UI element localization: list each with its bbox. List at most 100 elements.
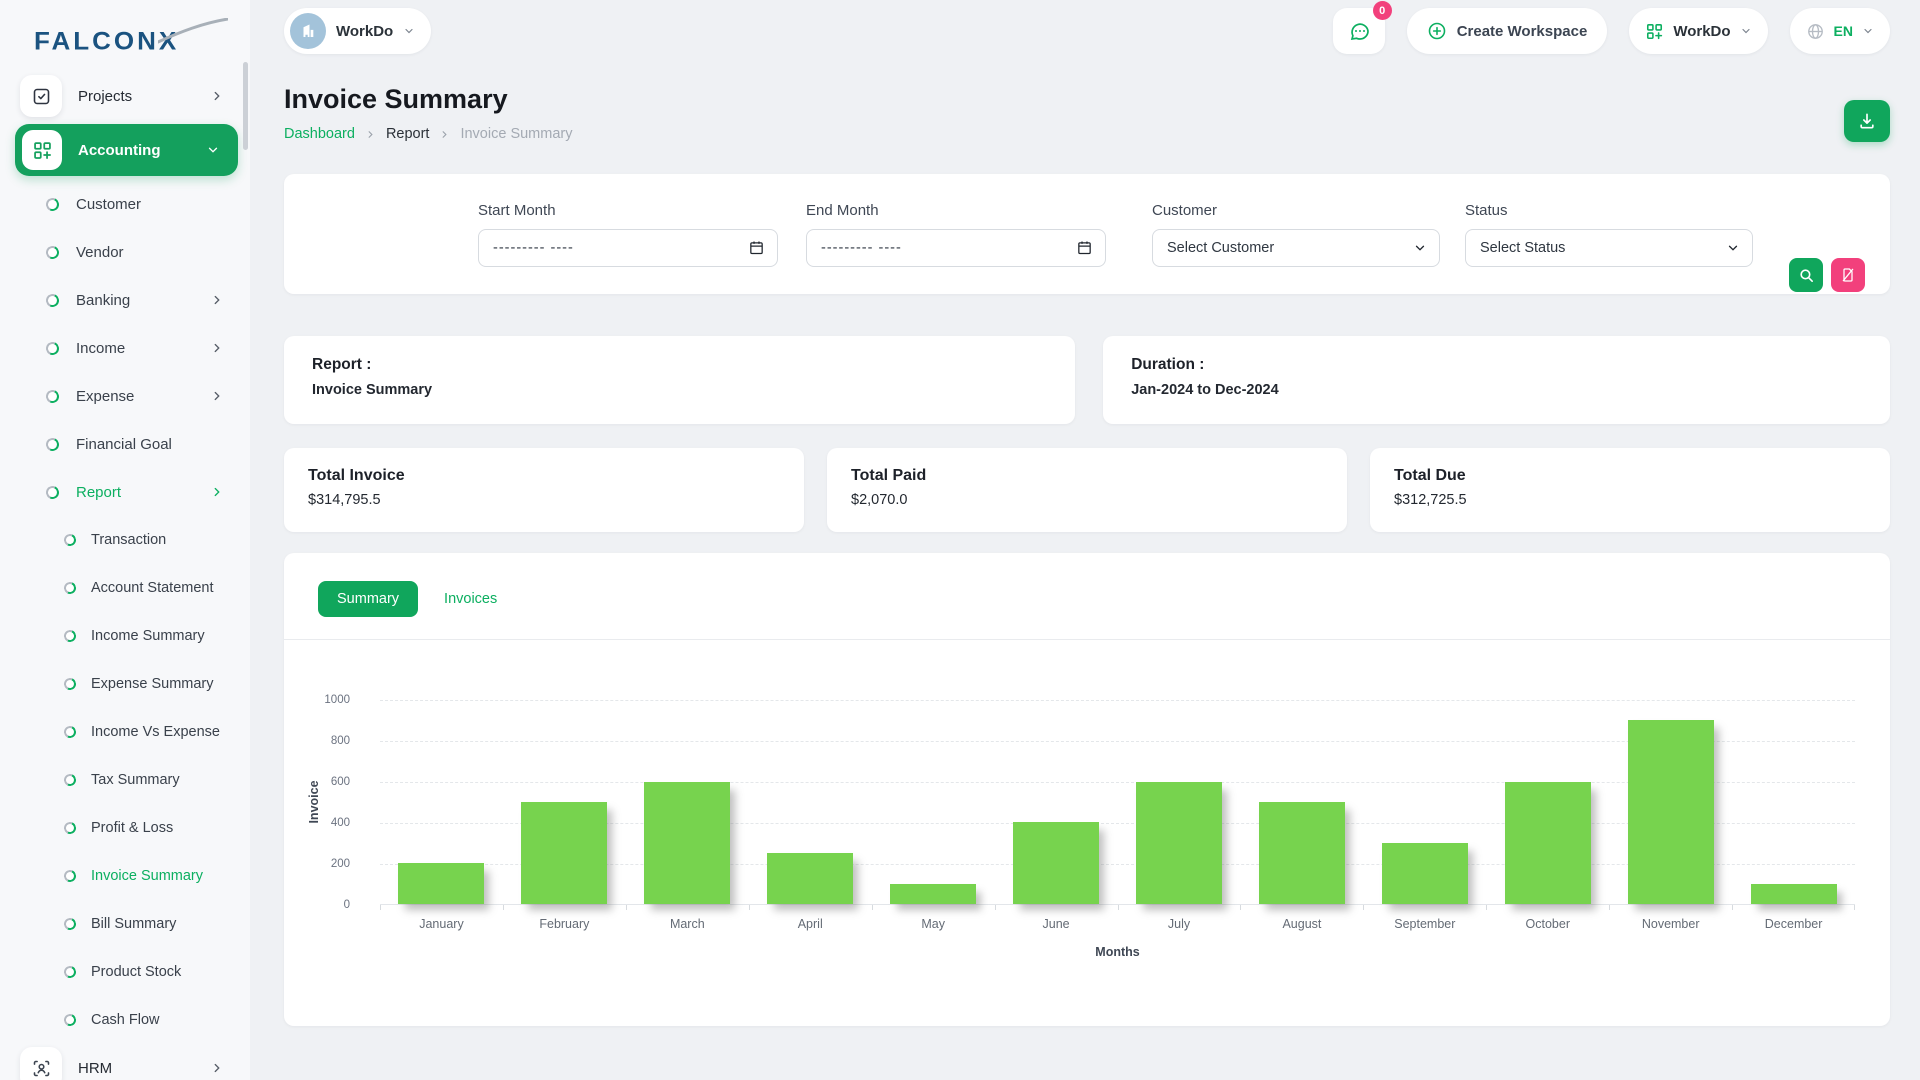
sidebar-item-label: Income [76,340,125,357]
sidebar-item-banking[interactable]: Banking [0,276,250,324]
tabs: Summary Invoices [284,553,1890,617]
sidebar-item-income[interactable]: Income [0,324,250,372]
logo-swoosh-icon [158,18,228,44]
bar-may [890,884,976,904]
bar-december [1751,884,1837,904]
totals-row: Total Invoice $314,795.5 Total Paid $2,0… [284,448,1890,532]
total-invoice-label: Total Invoice [308,467,780,485]
chevron-right-icon [439,129,450,140]
sidebar-nav: ProjectsAccountingCustomer Vendor Banking I… [0,70,250,1080]
y-tick-200: 200 [331,858,350,870]
bars [380,700,1855,905]
chevron-right-icon [210,389,224,403]
sidebar-item-account-statement[interactable]: Account Statement [0,564,250,612]
breadcrumb: Dashboard Report Invoice Summary [284,126,572,142]
y-tick-600: 600 [331,776,350,788]
sidebar-item-transaction[interactable]: Transaction [0,516,250,564]
bar-september [1382,843,1468,904]
sidebar-item-expense[interactable]: Expense [0,372,250,420]
sidebar-item-tax-summary[interactable]: Tax Summary [0,756,250,804]
sidebar-item-hrm[interactable]: HRM [0,1044,250,1080]
bullet-icon [44,244,61,261]
bar-slot-january [380,700,503,904]
x-label-december: December [1732,917,1855,931]
workspace-switcher[interactable]: WorkDo [284,8,431,54]
customer-value: Select Customer [1167,240,1413,256]
tab-invoices[interactable]: Invoices [444,591,497,607]
sidebar-item-label: Expense [76,388,134,405]
bullet-icon [62,772,77,787]
sidebar-item-label: Income Summary [91,628,205,644]
export-button[interactable] [1844,100,1890,142]
bar-february [521,802,607,904]
sidebar-item-accounting[interactable]: Accounting [0,120,250,180]
workspace-name: WorkDo [336,23,393,40]
start-month-input[interactable]: --------- ---- [478,229,778,267]
sidebar-item-label: Vendor [76,244,124,261]
total-paid-label: Total Paid [851,467,1323,485]
apply-filter-button[interactable] [1789,258,1823,292]
sidebar-item-vendor[interactable]: Vendor [0,228,250,276]
breadcrumb-dashboard[interactable]: Dashboard [284,126,355,142]
bar-slot-november [1609,700,1732,904]
customer-label: Customer [1152,202,1440,219]
sidebar-item-cash-flow[interactable]: Cash Flow [0,996,250,1044]
bullet-icon [62,868,77,883]
sidebar-item-label: Report [76,484,121,501]
reset-filter-button[interactable] [1831,258,1865,292]
x-label-february: February [503,917,626,931]
chevron-down-icon [403,25,415,37]
x-axis-title: Months [380,945,1855,959]
chevron-down-icon [1726,241,1740,255]
sidebar-item-label: Product Stock [91,964,181,980]
brand-logo[interactable]: FALCONX [34,26,224,60]
end-month-input[interactable]: --------- ---- [806,229,1106,267]
sidebar-item-product-stock[interactable]: Product Stock [0,948,250,996]
sidebar-item-bill-summary[interactable]: Bill Summary [0,900,250,948]
bar-october [1505,782,1591,904]
sidebar-item-income-summary[interactable]: Income Summary [0,612,250,660]
bar-slot-october [1486,700,1609,904]
breadcrumb-report[interactable]: Report [386,126,430,142]
grid-plus-icon [22,130,62,170]
duration-value: Jan-2024 to Dec-2024 [1131,382,1862,398]
bar-january [398,863,484,904]
sidebar-item-projects[interactable]: Projects [0,72,250,120]
sidebar-item-customer[interactable]: Customer [0,180,250,228]
customer-select[interactable]: Select Customer [1152,229,1440,267]
sidebar-item-expense-summary[interactable]: Expense Summary [0,660,250,708]
language-label: EN [1834,23,1853,39]
workdo-menu[interactable]: WorkDo [1629,8,1767,54]
x-label-november: November [1609,917,1732,931]
chevron-right-icon [210,1061,224,1075]
language-selector[interactable]: EN [1790,8,1890,54]
sidebar-item-profit-loss[interactable]: Profit & Loss [0,804,250,852]
create-workspace-button[interactable]: Create Workspace [1407,8,1608,54]
sidebar-item-report[interactable]: Report [0,468,250,516]
bar-april [767,853,853,904]
total-paid-value: $2,070.0 [851,492,1323,508]
chevron-down-icon [1740,25,1752,37]
y-tick-0: 0 [344,899,350,911]
sidebar-item-label: HRM [78,1060,112,1077]
sidebar-item-financial-goal[interactable]: Financial Goal [0,420,250,468]
sidebar-item-label: Bill Summary [91,916,176,932]
globe-icon [1806,22,1825,41]
messages-button[interactable]: 0 [1333,8,1385,54]
invoice-bar-chart: Invoice 02004006008001000 JanuaryFebruar… [284,700,1890,959]
duration-label: Duration : [1131,356,1862,374]
chevron-down-icon [1862,25,1874,37]
sidebar-item-invoice-summary[interactable]: Invoice Summary [0,852,250,900]
status-select[interactable]: Select Status [1465,229,1753,267]
report-value: Invoice Summary [312,382,1047,398]
bar-slot-december [1732,700,1855,904]
sidebar-item-label: Cash Flow [91,1012,160,1028]
sidebar-item-income-vs-expense[interactable]: Income Vs Expense [0,708,250,756]
bullet-icon [44,484,61,501]
sidebar-scrollbar[interactable] [243,62,248,150]
sidebar-item-label: Income Vs Expense [91,724,220,740]
search-icon [1798,267,1815,284]
tab-summary[interactable]: Summary [318,581,418,617]
x-label-october: October [1486,917,1609,931]
end-month-group: End Month --------- ---- [806,202,1106,267]
